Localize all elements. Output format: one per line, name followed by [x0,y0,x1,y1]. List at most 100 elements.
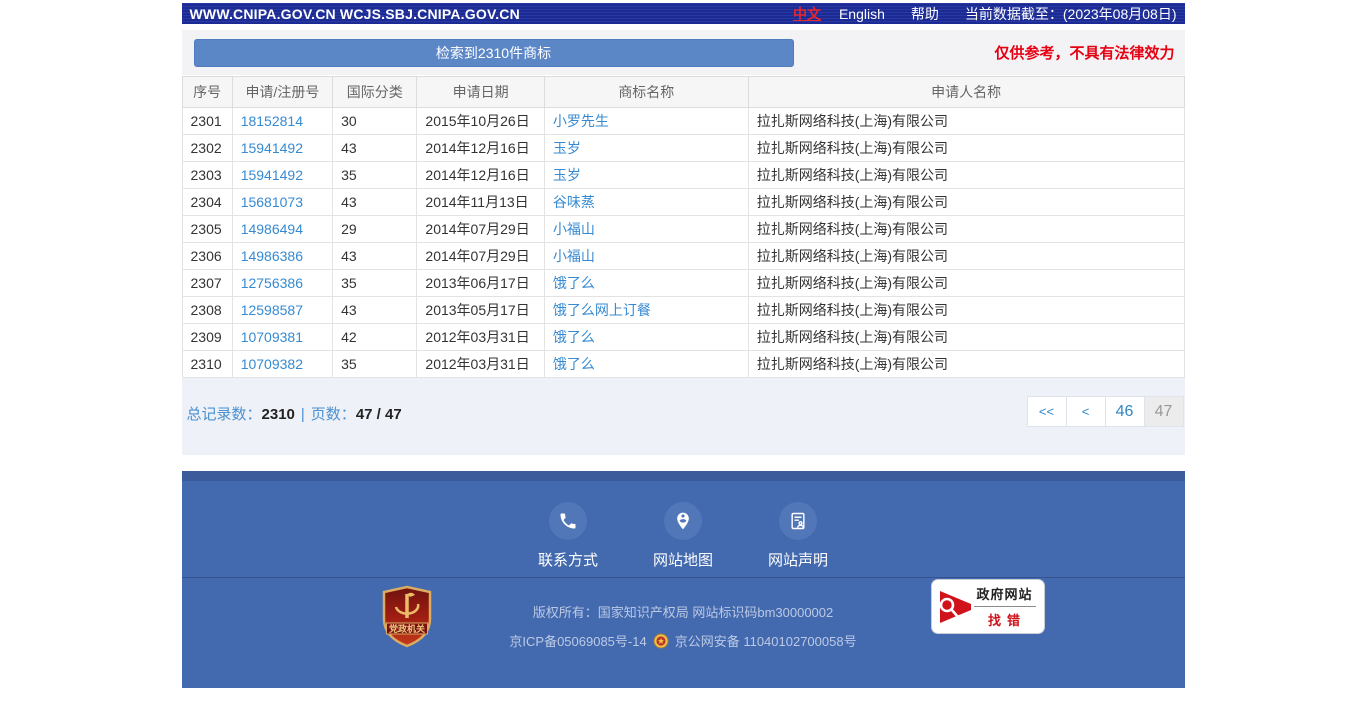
cell-intl-class: 35 [333,351,417,378]
contact-link-label: 联系方式 [530,549,606,570]
cell-reg-number[interactable]: 14986494 [232,216,332,243]
error-badge-text: 政府网站 找错 [974,584,1036,629]
cell-serial: 2302 [182,135,232,162]
cell-intl-class: 42 [333,324,417,351]
cell-intl-class: 30 [333,108,417,135]
language-english-link[interactable]: English [839,6,885,22]
cell-intl-class: 35 [333,270,417,297]
cell-reg-number[interactable]: 15681073 [232,189,332,216]
cell-applicant-name: 拉扎斯网络科技(上海)有限公司 [748,351,1184,378]
cell-trademark-name[interactable]: 小罗先生 [544,108,748,135]
total-records-label: 总记录数： [187,406,262,423]
cell-trademark-name[interactable]: 玉岁 [544,162,748,189]
table-row: 230812598587432013年05月17日饿了么网上订餐拉扎斯网络科技(… [182,297,1184,324]
cell-applicant-name: 拉扎斯网络科技(上海)有限公司 [748,189,1184,216]
cell-reg-number[interactable]: 12756386 [232,270,332,297]
cell-applicant-name: 拉扎斯网络科技(上海)有限公司 [748,135,1184,162]
cell-applicant-name: 拉扎斯网络科技(上海)有限公司 [748,243,1184,270]
cell-applicant-name: 拉扎斯网络科技(上海)有限公司 [748,270,1184,297]
cell-intl-class: 43 [333,189,417,216]
cell-reg-number[interactable]: 10709382 [232,351,332,378]
table-row: 230215941492432014年12月16日玉岁拉扎斯网络科技(上海)有限… [182,135,1184,162]
sitemap-link-label: 网站地图 [645,549,721,570]
cell-serial: 2310 [182,351,232,378]
cell-reg-number[interactable]: 10709381 [232,324,332,351]
cell-reg-number[interactable]: 14986386 [232,243,332,270]
footer-top-strip [182,471,1185,481]
icp-number: 京ICP备05069085号-14 [509,631,646,650]
table-row: 231010709382352012年03月31日饿了么拉扎斯网络科技(上海)有… [182,351,1184,378]
cell-reg-number[interactable]: 18152814 [232,108,332,135]
topbar-links: 中文 English 帮助 当前数据截至：(2023年08月08日) [775,4,1177,24]
cell-trademark-name[interactable]: 饿了么 [544,324,748,351]
site-statement-link-label: 网站声明 [760,549,836,570]
language-chinese-link[interactable]: 中文 [793,4,821,24]
cell-trademark-name[interactable]: 饿了么 [544,270,748,297]
table-header-row: 序号 申请/注册号 国际分类 申请日期 商标名称 申请人名称 [182,77,1184,108]
cell-reg-number[interactable]: 15941492 [232,162,332,189]
cell-apply-date: 2013年05月17日 [417,297,545,324]
previous-page-button[interactable]: < [1066,396,1106,427]
cell-trademark-name[interactable]: 饿了么 [544,351,748,378]
spacer [182,455,1185,471]
sitemap-link[interactable]: 网站地图 [645,502,721,570]
cell-intl-class: 43 [333,243,417,270]
cell-intl-class: 29 [333,216,417,243]
legal-disclaimer-text: 仅供参考，不具有法律效力 [994,42,1174,63]
cell-apply-date: 2014年12月16日 [417,135,545,162]
police-record-number: 京公网安备 11040102700058号 [675,631,857,650]
cell-serial: 2307 [182,270,232,297]
first-page-button[interactable]: << [1027,396,1067,427]
site-statement-link[interactable]: 网站声明 [760,502,836,570]
cell-applicant-name: 拉扎斯网络科技(上海)有限公司 [748,108,1184,135]
header-apply-date: 申请日期 [417,77,545,108]
page-container: WWW.CNIPA.GOV.CN WCJS.SBJ.CNIPA.GOV.CN 中… [182,3,1185,688]
error-badge-line2: 找错 [974,607,1036,629]
cell-trademark-name[interactable]: 玉岁 [544,135,748,162]
cell-trademark-name[interactable]: 小福山 [544,216,748,243]
cell-reg-number[interactable]: 15941492 [232,135,332,162]
cell-serial: 2303 [182,162,232,189]
cell-apply-date: 2014年12月16日 [417,162,545,189]
table-body: 230118152814302015年10月26日小罗先生拉扎斯网络科技(上海)… [182,108,1184,378]
data-cutoff-date: 当前数据截至：(2023年08月08日) [965,4,1177,24]
header-serial: 序号 [182,77,232,108]
cell-trademark-name[interactable]: 谷味蒸 [544,189,748,216]
phone-icon [549,502,587,540]
cell-trademark-name[interactable]: 小福山 [544,243,748,270]
result-count-button[interactable]: 检索到2310件商标 [194,39,794,67]
header-applicant-name: 申请人名称 [748,77,1184,108]
cell-serial: 2301 [182,108,232,135]
cell-serial: 2306 [182,243,232,270]
header-intl-class: 国际分类 [333,77,417,108]
cell-serial: 2309 [182,324,232,351]
cell-serial: 2308 [182,297,232,324]
header-trademark-name: 商标名称 [544,77,748,108]
error-badge-line1: 政府网站 [974,584,1036,607]
page-46-button[interactable]: 46 [1105,396,1145,427]
totals-separator: | [301,406,305,423]
trademark-results-table: 序号 申请/注册号 国际分类 申请日期 商标名称 申请人名称 230118152… [182,76,1185,378]
cell-trademark-name[interactable]: 饿了么网上订餐 [544,297,748,324]
cell-reg-number[interactable]: 12598587 [232,297,332,324]
cell-apply-date: 2012年03月31日 [417,351,545,378]
cell-intl-class: 35 [333,162,417,189]
cell-apply-date: 2013年06月17日 [417,270,545,297]
footer-quick-links: 联系方式 网站地图 [182,481,1185,570]
police-badge-icon [653,633,669,649]
cell-serial: 2304 [182,189,232,216]
page-47-current-button[interactable]: 47 [1144,396,1184,427]
document-person-icon [779,502,817,540]
header-reg-number: 申请/注册号 [232,77,332,108]
contact-link[interactable]: 联系方式 [530,502,606,570]
site-urls: WWW.CNIPA.GOV.CN WCJS.SBJ.CNIPA.GOV.CN [190,6,520,22]
help-link[interactable]: 帮助 [911,4,939,24]
cell-apply-date: 2014年07月29日 [417,243,545,270]
top-bar: WWW.CNIPA.GOV.CN WCJS.SBJ.CNIPA.GOV.CN 中… [182,3,1185,24]
gov-error-report-badge[interactable]: 政府网站 找错 [932,580,1044,633]
table-row: 230712756386352013年06月17日饿了么拉扎斯网络科技(上海)有… [182,270,1184,297]
cell-apply-date: 2015年10月26日 [417,108,545,135]
pages-label: 页数： [311,406,356,423]
registration-line: 京ICP备05069085号-14 京公网安备 11040102700058号 [182,631,1185,650]
cell-applicant-name: 拉扎斯网络科技(上海)有限公司 [748,297,1184,324]
